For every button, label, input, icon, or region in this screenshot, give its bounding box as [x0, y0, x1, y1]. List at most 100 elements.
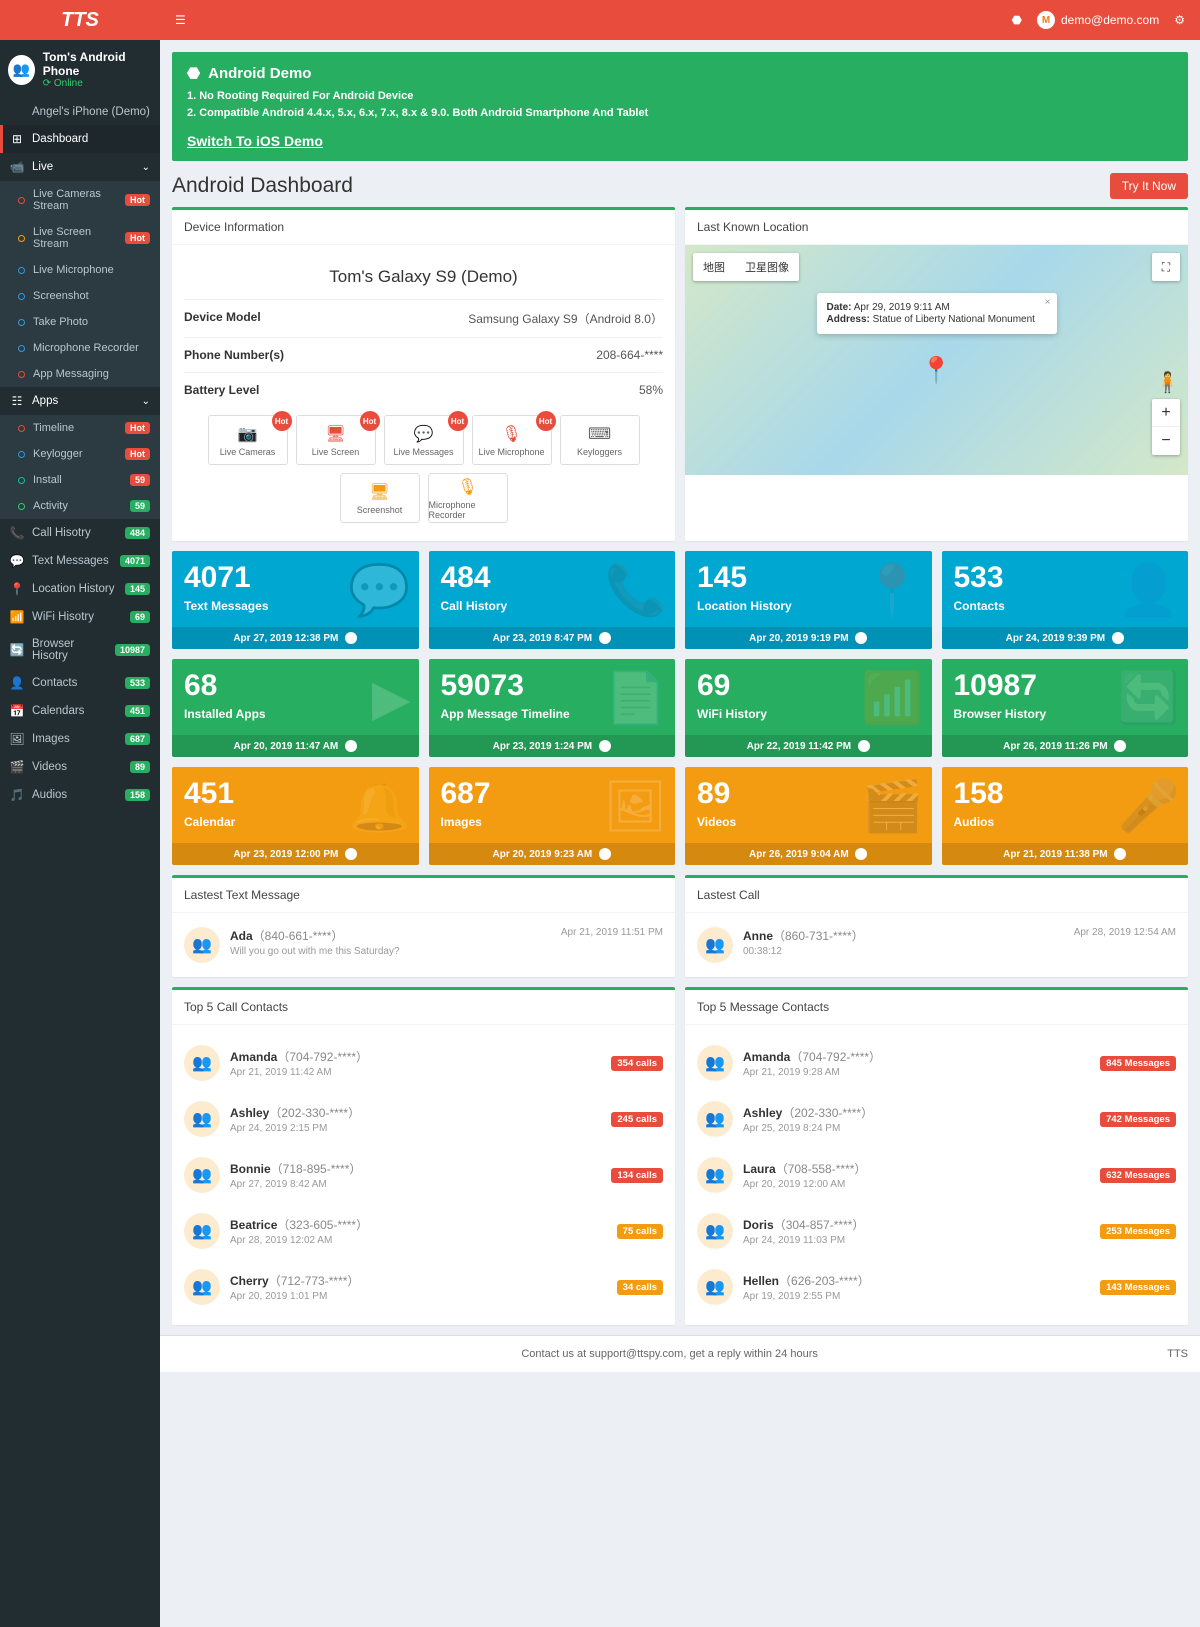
- contact-item[interactable]: 👥Amanda（704-792-****）Apr 21, 2019 11:42 …: [184, 1035, 663, 1091]
- sidebar-main-item[interactable]: 📶WiFi Hisotry69: [0, 603, 160, 631]
- logo[interactable]: TTS: [0, 9, 160, 32]
- map-tab-map[interactable]: 地图: [693, 253, 735, 281]
- arrow-right-icon: ›: [345, 740, 357, 752]
- latest-call-box: Lastest Call 👥 Anne（860-731-****） 00:38:…: [685, 875, 1188, 977]
- count-badge: 354 calls: [611, 1056, 663, 1071]
- live-icon: 🖥: [325, 424, 345, 444]
- nav-icon: 👤: [10, 676, 24, 690]
- contact-item[interactable]: 👥Ashley（202-330-****）Apr 24, 2019 2:15 P…: [184, 1091, 663, 1147]
- sidebar-dashboard[interactable]: ⊞Dashboard: [0, 125, 160, 153]
- sidebar-main-item[interactable]: 🎵Audios158: [0, 781, 160, 809]
- contact-item[interactable]: 👥Cherry（712-773-****）Apr 20, 2019 1:01 P…: [184, 1259, 663, 1315]
- info-row: Phone Number(s)208-664-****: [184, 337, 663, 372]
- sidebar-main-item[interactable]: 💬Text Messages4071: [0, 547, 160, 575]
- stat-tile[interactable]: 📄59073App Message TimelineApr 23, 2019 1…: [429, 659, 676, 757]
- stat-tile[interactable]: 🔄10987Browser HistoryApr 26, 2019 11:26 …: [942, 659, 1189, 757]
- count-badge: 245 calls: [611, 1112, 663, 1127]
- live-action-button[interactable]: 🖥Screenshot: [340, 473, 420, 523]
- sidebar-live-item[interactable]: Live Microphone: [0, 257, 160, 283]
- nav-icon: 🖼: [10, 732, 24, 746]
- stat-tile[interactable]: 🔔451CalendarApr 23, 2019 12:00 PM ›: [172, 767, 419, 865]
- sidebar-main-item[interactable]: 🔄Browser Hisotry10987: [0, 631, 160, 669]
- switch-demo-link[interactable]: Switch To iOS Demo: [187, 133, 323, 149]
- arrow-right-icon: ›: [1114, 848, 1126, 860]
- dot-icon: [18, 477, 25, 484]
- dot-icon: [18, 319, 25, 326]
- sidebar-main-item[interactable]: 🖼Images687: [0, 725, 160, 753]
- contact-avatar-icon: 👥: [697, 927, 733, 963]
- stat-tile[interactable]: 🎬89VideosApr 26, 2019 9:04 AM ›: [685, 767, 932, 865]
- fullscreen-icon[interactable]: ⛶: [1152, 253, 1180, 281]
- pegman-icon[interactable]: 🧍: [1155, 370, 1180, 395]
- device-title: Tom's Galaxy S9 (Demo): [184, 255, 663, 299]
- contact-item[interactable]: 👥Amanda（704-792-****）Apr 21, 2019 9:28 A…: [697, 1035, 1176, 1091]
- stat-tile[interactable]: 🎤158AudiosApr 21, 2019 11:38 PM ›: [942, 767, 1189, 865]
- stat-tile[interactable]: 📍145Location HistoryApr 20, 2019 9:19 PM…: [685, 551, 932, 649]
- zoom-out-icon[interactable]: −: [1152, 427, 1180, 455]
- zoom-in-icon[interactable]: +: [1152, 399, 1180, 427]
- dot-icon: [18, 345, 25, 352]
- nav-icon: 🔄: [10, 643, 24, 657]
- contact-item[interactable]: 👥Beatrice（323-605-****）Apr 28, 2019 12:0…: [184, 1203, 663, 1259]
- live-action-button[interactable]: Hot🎙Live Microphone: [472, 415, 552, 465]
- sidebar-apps-item[interactable]: KeyloggerHot: [0, 441, 160, 467]
- sidebar-live-item[interactable]: App Messaging: [0, 361, 160, 387]
- sidebar-live-item[interactable]: Take Photo: [0, 309, 160, 335]
- contact-avatar-icon: 👥: [697, 1269, 733, 1305]
- sidebar-demo-device[interactable]: Angel's iPhone (Demo): [0, 99, 160, 125]
- arrow-right-icon: ›: [855, 632, 867, 644]
- sidebar-live-item[interactable]: Live Screen StreamHot: [0, 219, 160, 257]
- live-action-button[interactable]: 🎙Microphone Recorder: [428, 473, 508, 523]
- contact-item[interactable]: 👥Ashley（202-330-****）Apr 25, 2019 8:24 P…: [697, 1091, 1176, 1147]
- user-email: demo@demo.com: [1061, 13, 1159, 27]
- sidebar-apps-header[interactable]: ☷Apps⌄: [0, 387, 160, 415]
- location-box: Last Known Location 地图 卫星图像 ⛶ × Date: Ap…: [685, 207, 1188, 541]
- contact-avatar-icon: 👥: [184, 1157, 220, 1193]
- count-badge: 742 Messages: [1100, 1112, 1176, 1127]
- stat-tile[interactable]: 🖼687ImagesApr 20, 2019 9:23 AM ›: [429, 767, 676, 865]
- map[interactable]: 地图 卫星图像 ⛶ × Date: Apr 29, 2019 9:11 AM A…: [685, 245, 1188, 475]
- stat-tile[interactable]: ▶68Installed AppsApr 20, 2019 11:47 AM ›: [172, 659, 419, 757]
- settings-icon[interactable]: ⚙: [1174, 13, 1185, 27]
- stat-tile[interactable]: 📞484Call HistoryApr 23, 2019 8:47 PM ›: [429, 551, 676, 649]
- stat-tile[interactable]: 📶69WiFi HistoryApr 22, 2019 11:42 PM ›: [685, 659, 932, 757]
- menu-toggle-icon[interactable]: ☰: [160, 13, 201, 27]
- live-icon: 🎙: [457, 477, 477, 497]
- sidebar-main-item[interactable]: 📅Calendars451: [0, 697, 160, 725]
- stat-tile[interactable]: 💬4071Text MessagesApr 27, 2019 12:38 PM …: [172, 551, 419, 649]
- sidebar-apps-item[interactable]: Activity59: [0, 493, 160, 519]
- sidebar-main-item[interactable]: 📍Location History145: [0, 575, 160, 603]
- live-action-button[interactable]: Hot💬Live Messages: [384, 415, 464, 465]
- sidebar-live-header[interactable]: 📹Live⌄: [0, 153, 160, 181]
- dot-icon: [18, 197, 25, 204]
- sidebar-main-item[interactable]: 🎬Videos89: [0, 753, 160, 781]
- live-action-button[interactable]: ⌨Keyloggers: [560, 415, 640, 465]
- try-it-now-button[interactable]: Try It Now: [1110, 173, 1188, 199]
- contact-item[interactable]: 👥Laura（708-558-****）Apr 20, 2019 12:00 A…: [697, 1147, 1176, 1203]
- stat-tile[interactable]: 👤533ContactsApr 24, 2019 9:39 PM ›: [942, 551, 1189, 649]
- android-icon[interactable]: ⬣: [1012, 13, 1022, 27]
- close-icon[interactable]: ×: [1045, 297, 1051, 308]
- live-action-button[interactable]: Hot📷Live Cameras: [208, 415, 288, 465]
- box-header: Device Information: [172, 210, 675, 245]
- sidebar-main-item[interactable]: 📞Call Hisotry484: [0, 519, 160, 547]
- info-row: Device ModelSamsung Galaxy S9（Android 8.…: [184, 299, 663, 337]
- count-badge: 134 calls: [611, 1168, 663, 1183]
- chevron-down-icon: ⌄: [142, 162, 150, 173]
- contact-item[interactable]: 👥Hellen（626-203-****）Apr 19, 2019 2:55 P…: [697, 1259, 1176, 1315]
- sidebar-live-item[interactable]: Live Cameras StreamHot: [0, 181, 160, 219]
- contact-avatar-icon: 👥: [184, 927, 220, 963]
- sidebar-live-item[interactable]: Screenshot: [0, 283, 160, 309]
- contact-item[interactable]: 👥Bonnie（718-895-****）Apr 27, 2019 8:42 A…: [184, 1147, 663, 1203]
- sidebar-apps-item[interactable]: TimelineHot: [0, 415, 160, 441]
- device-avatar-icon: 👥: [8, 55, 35, 85]
- sidebar-apps-item[interactable]: Install59: [0, 467, 160, 493]
- contact-item[interactable]: 👥Doris（304-857-****）Apr 24, 2019 11:03 P…: [697, 1203, 1176, 1259]
- map-tab-satellite[interactable]: 卫星图像: [735, 253, 799, 281]
- user-menu[interactable]: M demo@demo.com: [1037, 11, 1159, 29]
- sidebar-main-item[interactable]: 👤Contacts533: [0, 669, 160, 697]
- arrow-right-icon: ›: [345, 632, 357, 644]
- contact-avatar-icon: 👥: [697, 1213, 733, 1249]
- sidebar-live-item[interactable]: Microphone Recorder: [0, 335, 160, 361]
- live-action-button[interactable]: Hot🖥Live Screen: [296, 415, 376, 465]
